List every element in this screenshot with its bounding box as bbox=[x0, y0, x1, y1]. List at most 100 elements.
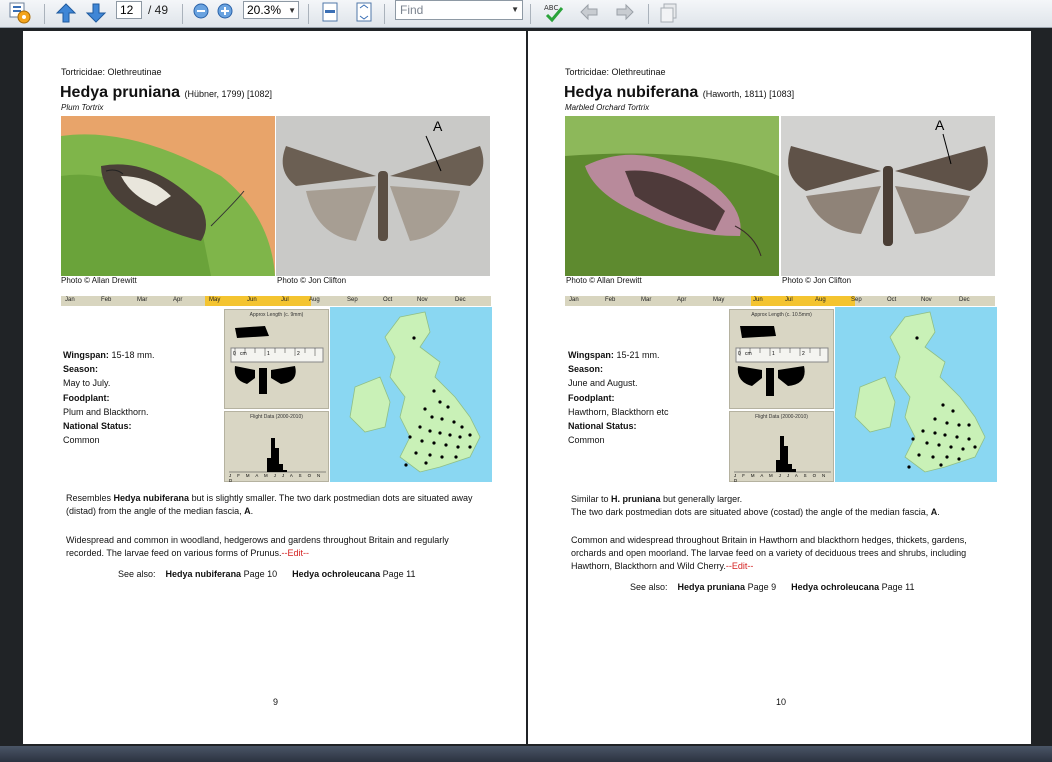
see-also-link[interactable]: Hedya nubiferana bbox=[166, 569, 242, 579]
toolbar-separator bbox=[182, 4, 183, 24]
zoom-in-icon[interactable] bbox=[216, 2, 234, 20]
fit-width-icon[interactable] bbox=[354, 1, 374, 23]
month-label: Apr bbox=[173, 297, 183, 303]
see-also-link[interactable]: Hedya ochroleucana bbox=[791, 582, 879, 592]
desc-text: but generally larger. bbox=[660, 494, 743, 504]
description-para-1: Resembles Hedya nubiferana but is slight… bbox=[66, 492, 486, 518]
species-heading: Hedya pruniana (Hübner, 1799) [1082] bbox=[60, 84, 272, 102]
page-number-input[interactable]: 12 bbox=[116, 1, 142, 19]
taskbar bbox=[0, 746, 1052, 762]
arrow-down-icon[interactable] bbox=[84, 1, 108, 25]
desc-text: . bbox=[250, 506, 254, 516]
month-label: Aug bbox=[815, 297, 826, 303]
species-authority: (Haworth, 1811) [1083] bbox=[702, 89, 795, 99]
see-also-page: Page 10 bbox=[241, 569, 278, 579]
edit-link[interactable]: --Edit-- bbox=[726, 561, 754, 571]
month-label: Feb bbox=[605, 297, 616, 303]
month-label: Jul bbox=[785, 297, 793, 303]
photo-credit-left: Photo © Allan Drewitt bbox=[566, 276, 642, 285]
desc-species-ref: Hedya nubiferana bbox=[113, 493, 190, 503]
ruler-label: 1 bbox=[267, 351, 270, 357]
flight-period-highlight bbox=[751, 296, 855, 306]
zoom-select[interactable]: 20.3% ▼ bbox=[243, 1, 299, 19]
wingspan-label: Wingspan: bbox=[63, 350, 109, 360]
family-label: Tortricidae: Olethreutinae bbox=[565, 67, 666, 77]
month-label: Jul bbox=[281, 297, 289, 303]
month-label: Jan bbox=[569, 297, 579, 303]
month-label: Sep bbox=[347, 297, 358, 303]
toolbar-separator bbox=[44, 4, 45, 24]
description-para-2: Widespread and common in woodland, hedge… bbox=[66, 534, 486, 560]
length-panel: Approx Length (c. 10.5mm) 0 cm 1 2 bbox=[729, 309, 834, 409]
photo-credit-right: Photo © Jon Clifton bbox=[782, 276, 852, 285]
species-name: Hedya pruniana bbox=[60, 84, 181, 101]
month-label: Dec bbox=[455, 297, 466, 303]
length-panel: Approx Length (c. 9mm) 0 cm 1 2 bbox=[224, 309, 329, 409]
flight-axis-labels: J F M A M J J A S O N D bbox=[734, 473, 828, 483]
zoom-out-icon[interactable] bbox=[192, 2, 210, 20]
desc-species-ref: H. pruniana bbox=[611, 494, 661, 504]
app-gear-icon[interactable] bbox=[6, 1, 34, 25]
season-label: Season: bbox=[63, 364, 99, 375]
flight-data-panel: Flight Data (2000-2010) J F M A M J J A … bbox=[224, 411, 329, 483]
month-label: Aug bbox=[309, 297, 320, 303]
month-label: Jun bbox=[247, 297, 257, 303]
page-number: 10 bbox=[776, 697, 787, 707]
document-page: Tortricidae: Olethreutinae Hedya nubifer… bbox=[528, 31, 1031, 744]
find-input[interactable]: Find ▼ bbox=[395, 0, 523, 20]
see-also-link[interactable]: Hedya ochroleucana bbox=[292, 569, 380, 579]
season-value: May to July. bbox=[63, 378, 111, 389]
toolbar-separator bbox=[648, 4, 649, 24]
page-total-label: / 49 bbox=[148, 3, 169, 17]
month-label: Mar bbox=[137, 297, 148, 303]
month-label: Jan bbox=[65, 297, 75, 303]
edit-link[interactable]: --Edit-- bbox=[281, 548, 309, 558]
chevron-down-icon: ▼ bbox=[511, 5, 519, 14]
species-facts: Wingspan: 15-18 mm. Season: May to July.… bbox=[63, 348, 154, 447]
find-placeholder: Find bbox=[400, 3, 424, 17]
month-label: Dec bbox=[959, 297, 970, 303]
see-also-page: Page 11 bbox=[380, 569, 416, 579]
month-label: Nov bbox=[417, 297, 428, 303]
see-also-link[interactable]: Hedya pruniana bbox=[678, 582, 746, 592]
redo-icon[interactable] bbox=[614, 2, 636, 22]
document-page: Tortricidae: Olethreutinae Hedya prunian… bbox=[23, 31, 526, 744]
wingspan-value: 15-21 mm. bbox=[616, 350, 660, 360]
season-label: Season: bbox=[568, 364, 604, 375]
status-value: Common bbox=[63, 435, 100, 446]
status-label: National Status: bbox=[63, 421, 132, 432]
ruler-label: 2 bbox=[802, 351, 805, 357]
toolbar: 12 / 49 20.3% ▼ Find ▼ ABC bbox=[0, 0, 1052, 28]
family-label: Tortricidae: Olethreutinae bbox=[61, 67, 162, 77]
foodplant-value: Hawthorn, Blackthorn etc bbox=[568, 406, 669, 417]
see-also-page: Page 11 bbox=[879, 582, 915, 592]
species-facts: Wingspan: 15-21 mm. Season: June and Aug… bbox=[568, 348, 669, 447]
wingspan-value: 15-18 mm. bbox=[111, 350, 155, 360]
copy-icon[interactable] bbox=[658, 2, 680, 24]
chevron-down-icon: ▼ bbox=[288, 6, 296, 15]
toolbar-separator bbox=[308, 4, 309, 24]
arrow-up-icon[interactable] bbox=[54, 1, 78, 25]
ruler-label: 0 bbox=[233, 351, 236, 357]
month-label: May bbox=[713, 297, 725, 303]
see-also-label: See also: bbox=[118, 569, 156, 579]
species-authority: (Hübner, 1799) [1082] bbox=[184, 89, 273, 99]
ruler-label: cm bbox=[745, 351, 752, 357]
moth-photo-resting bbox=[565, 116, 779, 276]
toolbar-separator bbox=[530, 4, 531, 24]
desc-text: Similar to bbox=[571, 494, 612, 504]
spellcheck-icon[interactable]: ABC bbox=[542, 0, 566, 24]
fit-page-icon[interactable] bbox=[320, 1, 340, 23]
month-label: Mar bbox=[641, 297, 652, 303]
ruler-label: 0 bbox=[738, 351, 741, 357]
desc-text: Common and widespread throughout Britain… bbox=[571, 535, 967, 571]
undo-icon[interactable] bbox=[578, 2, 600, 22]
month-label: Feb bbox=[101, 297, 112, 303]
season-value: June and August. bbox=[568, 378, 638, 389]
month-label: Jun bbox=[753, 297, 763, 303]
flight-month-bar: Jan Feb Mar Apr May Jun Jul Aug Sep Oct … bbox=[61, 296, 491, 306]
toolbar-separator bbox=[384, 4, 385, 24]
ruler-label: 2 bbox=[297, 351, 300, 357]
status-value: Common bbox=[568, 435, 605, 446]
foodplant-label: Foodplant: bbox=[568, 392, 615, 403]
